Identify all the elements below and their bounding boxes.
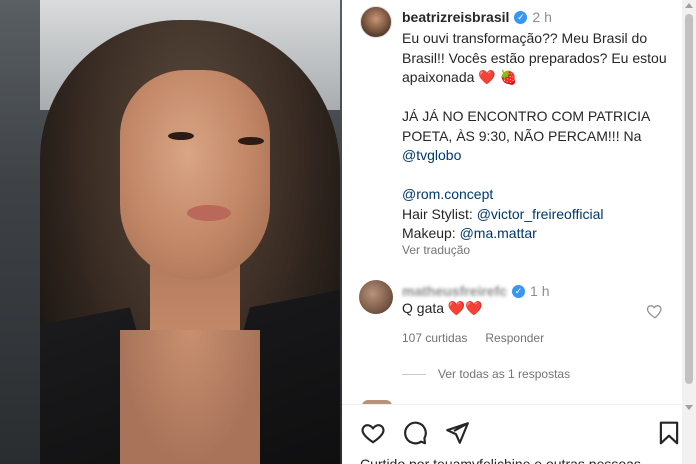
mention-rom-concept[interactable]: @rom.concept [402,186,493,202]
post-caption: Eu ouvi transformação?? Meu Brasil do Br… [402,29,674,244]
comment-header: matheusfreirefc ✓ 1 h [402,283,550,299]
post-photo[interactable] [0,0,342,464]
view-replies[interactable]: Ver todas as 1 respostas [402,367,570,381]
replies-divider [402,373,426,375]
comment-text: Q gata ❤️❤️ [402,300,483,317]
comment-body: Q gata [402,300,445,316]
mention-tvglobo[interactable]: @tvglobo [402,147,461,163]
post-time[interactable]: 2 h [532,9,551,25]
speech-bubble-icon[interactable] [402,420,428,446]
caption-text-1: Eu ouvi transformação?? Meu Brasil do Br… [402,30,667,85]
verified-badge-icon: ✓ [512,284,526,298]
mention-makeup[interactable]: @ma.mattar [460,225,537,241]
paper-plane-icon[interactable] [444,420,470,446]
page-scrollbar[interactable] [682,0,696,464]
caption-paragraph-1: Eu ouvi transformação?? Meu Brasil do Br… [402,29,674,88]
bookmark-icon[interactable] [656,420,682,446]
author-header: beatrizreisbrasil ✓ 2 h [402,9,552,25]
see-translation-link[interactable]: Ver tradução [402,243,470,257]
comment-meta: 107 curtidas Responder [402,331,544,345]
photo-eye-left [168,132,194,140]
author-username[interactable]: beatrizreisbrasil [402,9,509,25]
makeup-label: Makeup: [402,225,460,241]
photo-face [120,70,270,280]
scroll-down-arrow-icon[interactable] [685,405,693,410]
verified-badge-icon: ✓ [514,10,528,24]
strawberry-emoji: 🍓 [499,69,518,85]
caption-text-2: JÁ JÁ NO ENCONTRO COM PATRICIA POETA, ÀS… [402,108,650,144]
photo-eye-right [238,137,264,145]
comment-likes-count[interactable]: 107 curtidas [402,331,467,345]
caption-paragraph-2: JÁ JÁ NO ENCONTRO COM PATRICIA POETA, ÀS… [402,107,674,166]
photo-lips [187,205,231,221]
commenter-avatar[interactable] [359,280,393,314]
post-action-bar [342,404,682,464]
heart-outline-icon[interactable] [360,420,386,446]
commenter-username[interactable]: matheusfreirefc [402,283,507,299]
comment-time[interactable]: 1 h [530,283,549,299]
author-avatar[interactable] [360,6,392,38]
view-replies-label[interactable]: Ver todas as 1 respostas [438,367,570,381]
liked-by-text[interactable]: Curtido por teuamyfelichine e outras pes… [360,456,682,464]
mention-hair-stylist[interactable]: @victor_freireofficial [477,206,604,222]
reply-button[interactable]: Responder [485,331,544,345]
comment-hearts-emoji: ❤️❤️ [447,300,483,316]
hair-stylist-label: Hair Stylist: [402,205,477,222]
heart-emoji: ❤️ [478,69,496,85]
comment-like-icon[interactable] [646,302,664,320]
scrollbar-thumb[interactable] [685,14,693,384]
photo-chest [120,330,260,464]
scroll-up-arrow-icon[interactable] [685,3,693,8]
